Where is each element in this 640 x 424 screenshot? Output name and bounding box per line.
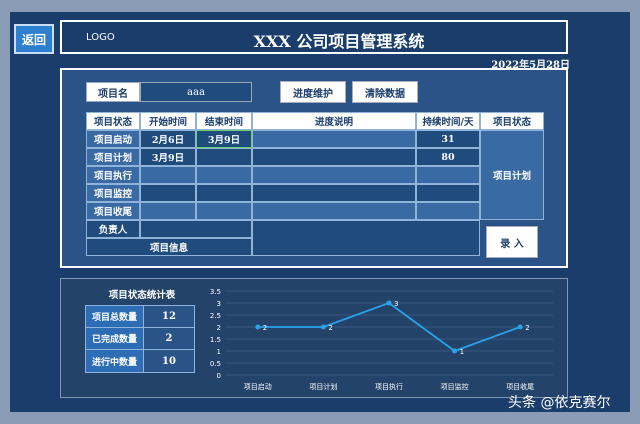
start-cell[interactable]: 2月6日	[140, 130, 196, 148]
col-header-note: 进度说明	[252, 112, 416, 130]
y-tick-label: 3	[217, 300, 221, 308]
note-cell[interactable]	[252, 166, 416, 184]
x-tick-label: 项目计划	[309, 382, 337, 391]
end-cell[interactable]	[196, 184, 252, 202]
x-tick-label: 项目监控	[441, 382, 469, 391]
note-cell[interactable]	[252, 148, 416, 166]
project-name-input[interactable]: aaa	[140, 82, 252, 102]
description-area[interactable]	[252, 220, 480, 256]
y-tick-label: 2.5	[210, 312, 221, 320]
page-title: XXX 公司项目管理系统	[253, 32, 425, 51]
duration-cell	[416, 184, 480, 202]
project-name-label: 项目名	[86, 82, 140, 102]
y-tick-label: 1	[217, 348, 221, 356]
end-cell[interactable]	[196, 148, 252, 166]
stage-cell: 项目计划	[86, 148, 140, 166]
y-tick-label: 3.5	[210, 288, 221, 296]
stats-row: 项目总数量 12	[86, 306, 194, 328]
stats-label: 已完成数量	[86, 328, 144, 349]
x-tick-label: 项目启动	[244, 382, 272, 391]
col-header-end: 结束时间	[196, 112, 252, 130]
col-header-status: 项目状态	[480, 112, 544, 130]
data-point	[386, 300, 392, 306]
owner-label: 负责人	[86, 220, 140, 238]
stats-panel: 项目状态统计表 项目总数量 12 已完成数量 2 进行中数量 10 0 0.5 1 1…	[60, 278, 568, 398]
y-tick-label: 0	[217, 372, 221, 380]
start-cell[interactable]	[140, 184, 196, 202]
stats-title: 项目状态统计表	[108, 290, 176, 301]
data-label: 1	[460, 348, 464, 356]
y-tick-label: 1.5	[210, 336, 221, 344]
data-label: 2	[328, 324, 332, 332]
x-tick-label: 项目收尾	[506, 382, 534, 391]
data-point	[517, 324, 523, 330]
project-panel: 项目名 aaa 进度维护 清除数据 项目状态 开始时间 结束时间 进度说明 持续…	[60, 68, 568, 268]
duration-cell: 31	[416, 130, 480, 148]
duration-cell: 80	[416, 148, 480, 166]
end-cell[interactable]: 3月9日	[196, 130, 252, 148]
current-status-cell: 项目计划	[480, 130, 544, 220]
stats-table: 项目总数量 12 已完成数量 2 进行中数量 10	[85, 305, 195, 373]
data-label: 2	[263, 324, 267, 332]
col-header-start: 开始时间	[140, 112, 196, 130]
stats-value: 12	[144, 306, 194, 327]
start-cell[interactable]	[140, 166, 196, 184]
x-tick-label: 项目执行	[375, 382, 403, 391]
stage-cell: 项目启动	[86, 130, 140, 148]
owner-input[interactable]	[140, 220, 252, 238]
clear-button[interactable]: 清除数据	[352, 81, 418, 103]
maintain-button[interactable]: 进度维护	[280, 81, 346, 103]
stats-row: 已完成数量 2	[86, 328, 194, 350]
project-info-label: 项目信息	[86, 238, 252, 256]
enter-button[interactable]: 录 入	[486, 226, 538, 258]
start-cell[interactable]	[140, 202, 196, 220]
data-point	[255, 324, 261, 330]
stats-label: 项目总数量	[86, 306, 144, 327]
stage-cell: 项目收尾	[86, 202, 140, 220]
watermark: 头条 @依克赛尔	[508, 395, 611, 411]
stats-row: 进行中数量 10	[86, 350, 194, 372]
note-cell[interactable]	[252, 202, 416, 220]
end-cell[interactable]	[196, 166, 252, 184]
back-button[interactable]: 返回	[14, 24, 54, 54]
stage-cell: 项目执行	[86, 166, 140, 184]
data-point	[452, 348, 458, 354]
note-cell[interactable]	[252, 130, 416, 148]
col-header-stage: 项目状态	[86, 112, 140, 130]
duration-cell	[416, 166, 480, 184]
data-label: 2	[525, 324, 529, 332]
col-header-duration: 持续时间/天	[416, 112, 480, 130]
y-tick-label: 2	[217, 324, 221, 332]
header-bar: LOGO XXX 公司项目管理系统	[60, 20, 568, 54]
y-tick-label: 0.5	[210, 360, 221, 368]
status-line-chart: 0 0.5 1 1.5 2 2.5 3 3.5 项目启动 项目计划 项目执行 项目监控 项目收尾 2 2 3 1…	[210, 288, 553, 391]
start-cell[interactable]: 3月9日	[140, 148, 196, 166]
end-cell[interactable]	[196, 202, 252, 220]
data-point	[320, 324, 326, 330]
stage-cell: 项目监控	[86, 184, 140, 202]
stats-label: 进行中数量	[86, 350, 144, 372]
note-cell[interactable]	[252, 184, 416, 202]
stats-value: 10	[144, 350, 194, 372]
duration-cell	[416, 202, 480, 220]
data-label: 3	[394, 300, 398, 308]
stats-value: 2	[144, 328, 194, 349]
